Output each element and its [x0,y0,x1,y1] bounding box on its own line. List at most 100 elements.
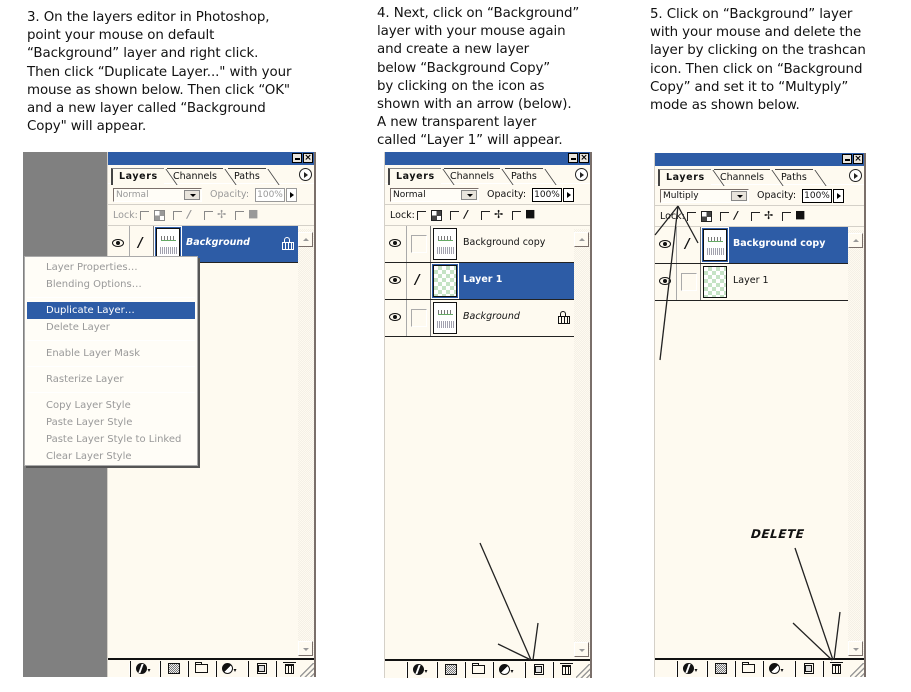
create-new-layer-button[interactable] [794,661,821,677]
layer-row[interactable]: Background copy [385,226,590,263]
layers-panel-step5: × Paths Channels Layers Multiply Opacity… [654,153,866,677]
close-button[interactable]: × [579,153,589,163]
lock-transparency-checkbox[interactable] [687,212,696,221]
menu-item[interactable]: Delete Layer [27,319,195,336]
blend-mode-select[interactable]: Normal [113,188,202,202]
instruction-line: A new transparent layer [377,115,537,131]
lock-position-checkbox[interactable] [204,211,213,220]
new-adjustment-layer-button[interactable]: ▾ [762,661,789,677]
scroll-up-button[interactable] [574,232,589,247]
new-layer-set-button[interactable] [187,661,214,677]
link-toggle[interactable] [678,264,701,300]
lock-image-checkbox[interactable] [450,211,459,220]
blend-mode-select[interactable]: Normal [390,188,479,202]
blend-mode-select[interactable]: Multiply [660,189,749,203]
panel-menu-arrow-icon[interactable] [575,168,588,181]
menu-item[interactable]: Layer Properties… [27,259,195,276]
layer-row[interactable]: Layer 1 [655,264,864,301]
visibility-toggle[interactable] [385,263,407,299]
new-adjustment-layer-button[interactable]: ▾ [492,662,519,678]
delete-layer-button[interactable] [822,661,849,677]
menu-item[interactable]: Rasterize Layer [27,371,195,388]
add-layer-style-button[interactable]: ▾ [129,661,156,677]
new-adjustment-layer-button[interactable]: ▾ [215,661,242,677]
resize-grip[interactable] [850,663,864,677]
lock-all-checkbox[interactable] [782,212,791,221]
layers-footer-toolbar: ▾ ▾ [655,658,864,677]
opacity-slider-arrow[interactable] [286,188,297,202]
scroll-up-button[interactable] [298,232,313,247]
minimize-button[interactable] [568,153,578,163]
opacity-input[interactable]: 100% [255,188,285,202]
layer-row[interactable]: Background [385,300,590,337]
tab-label: Layers [666,172,705,183]
layers-scrollbar[interactable] [298,229,314,656]
create-new-layer-button[interactable] [524,662,551,678]
layer-item[interactable]: Background copy [701,227,848,263]
layer-row[interactable]: / Background copy [655,227,864,264]
menu-item[interactable]: Copy Layer Style [27,397,195,414]
lock-transparency-checkbox[interactable] [417,211,426,220]
layers-scrollbar[interactable] [848,230,864,656]
tab-layers[interactable]: Layers [111,168,178,185]
visibility-toggle[interactable] [655,227,677,263]
menu-item[interactable]: Paste Layer Style to Linked [27,431,195,448]
opacity-slider-arrow[interactable] [833,189,844,203]
layer-item[interactable]: Background copy [431,226,574,262]
lock-position-checkbox[interactable] [481,211,490,220]
lock-image-checkbox[interactable] [173,211,182,220]
scroll-down-button[interactable] [298,641,313,656]
minimize-button[interactable] [292,153,302,163]
panel-titlebar[interactable]: × [108,152,314,165]
create-new-layer-button[interactable] [247,661,274,677]
new-layer-set-button[interactable] [464,662,491,678]
layer-row[interactable]: / Layer 1 [385,263,590,300]
visibility-toggle[interactable] [655,264,677,300]
panel-menu-arrow-icon[interactable] [299,168,312,181]
link-toggle[interactable] [408,300,431,336]
scroll-up-button[interactable] [848,233,863,248]
lock-image-checkbox[interactable] [720,212,729,221]
add-layer-mask-button[interactable] [159,661,186,677]
panel-menu-arrow-icon[interactable] [849,169,862,182]
brush-icon: / [187,208,192,221]
delete-layer-button[interactable] [275,661,302,677]
lock-position-checkbox[interactable] [751,212,760,221]
add-layer-style-button[interactable]: ▾ [406,662,433,678]
tab-layers[interactable]: Layers [658,169,725,186]
lock-all-checkbox[interactable] [512,211,521,220]
layer-item[interactable]: Layer 1 [701,264,848,300]
add-layer-style-button[interactable]: ▾ [676,661,703,677]
close-button[interactable]: × [853,154,863,164]
scroll-down-button[interactable] [574,642,589,657]
link-toggle[interactable]: / [408,263,431,299]
menu-item[interactable]: Paste Layer Style [27,414,195,431]
resize-grip[interactable] [576,664,590,678]
resize-grip[interactable] [300,663,314,677]
add-layer-mask-button[interactable] [706,661,733,677]
layer-item[interactable]: Layer 1 [431,263,574,299]
layers-scrollbar[interactable] [574,229,590,657]
menu-item[interactable]: Blending Options… [27,276,195,293]
menu-item[interactable]: Enable Layer Mask [27,345,195,362]
new-layer-set-button[interactable] [734,661,761,677]
lock-transparency-checkbox[interactable] [140,211,149,220]
layer-item[interactable]: Background [431,300,574,336]
opacity-slider-arrow[interactable] [563,188,574,202]
lock-all-checkbox[interactable] [235,211,244,220]
scroll-down-button[interactable] [848,641,863,656]
menu-item[interactable]: Clear Layer Style [27,448,195,465]
visibility-toggle[interactable] [385,300,407,336]
link-toggle[interactable]: / [678,227,701,263]
tab-layers[interactable]: Layers [388,168,455,185]
close-button[interactable]: × [303,153,313,163]
panel-titlebar[interactable]: × [655,153,864,166]
add-layer-mask-button[interactable] [436,662,463,678]
opacity-input[interactable]: 100% [802,189,832,203]
visibility-toggle[interactable] [385,226,407,262]
link-toggle[interactable] [408,226,431,262]
menu-item[interactable]: Duplicate Layer… [27,302,195,319]
minimize-button[interactable] [842,154,852,164]
opacity-input[interactable]: 100% [532,188,562,202]
panel-titlebar[interactable]: × [385,152,590,165]
